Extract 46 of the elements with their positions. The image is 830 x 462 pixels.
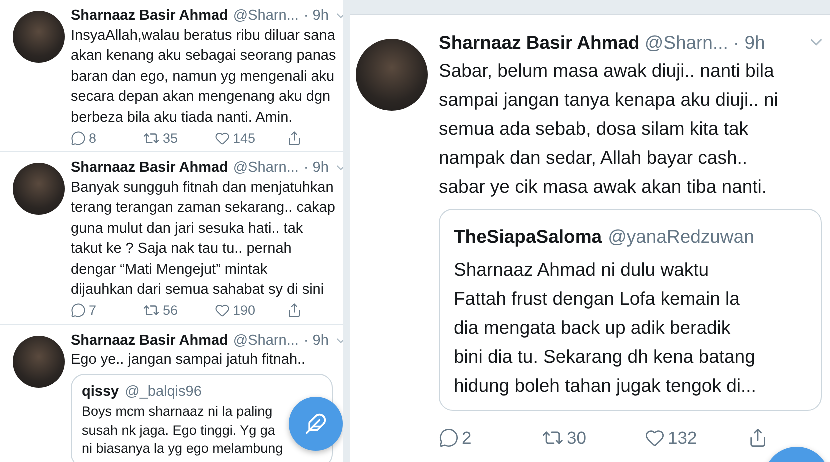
tweet-text: Sabar, belum masa awak diuji.. nanti bila sampai jangan tanya kenapa aku diuji.. ni semua ada sebab, dosa silam kita tak nampak dan sedar, Allah bayar cash.. sabar ye cik masa awak akan tiba nanti.	[439, 59, 780, 199]
author-handle: @Sharn...	[644, 31, 728, 55]
avatar	[13, 336, 65, 388]
quoted-text: Sharnaaz Ahmad ni dulu waktu Fattah frust dengan Lofa kemain la dia mengata back up adik beradik bini dia tu. Sekarang dh kena batang hidung boleh tahan jugak tengok di...	[454, 258, 756, 398]
reply-icon[interactable]	[439, 428, 459, 448]
author-name: Sharnaaz Basir Ahmad	[71, 159, 228, 178]
quoted-tweet[interactable]: TheSiapaSaloma @yanaRedzuwan Sharnaaz Ahmad ni dulu waktu Fattah frust dengan Lofa kemain la dia mengata back up adik beradik bini dia tu. Sekarang dh kena batang hidung boleh tahan jugak tengok di...	[439, 209, 822, 411]
compose-button[interactable]	[289, 397, 343, 451]
share-icon[interactable]	[287, 130, 302, 146]
reply-count: 8	[89, 130, 97, 146]
like-count: 145	[233, 130, 256, 146]
avatar	[13, 163, 65, 215]
author-name: Sharnaaz Basir Ahmad	[71, 332, 228, 350]
quoted-author-name: TheSiapaSaloma	[454, 225, 602, 249]
like-icon[interactable]	[645, 428, 665, 448]
author-name: Sharnaaz Basir Ahmad	[439, 31, 640, 55]
tweet-text: Ego ye.. jangan sampai jatuh fitnah..	[71, 351, 307, 370]
share-icon[interactable]	[287, 303, 302, 318]
author-name: Sharnaaz Basir Ahmad	[71, 7, 228, 26]
tweet-time: · 9h	[733, 31, 766, 55]
feather-icon	[305, 413, 327, 435]
tweet-text: InsyaAllah,walau beratus ribu diluar sana akan kenang aku sebagai seorang panas baran dan ego, namun yg mengenali aku secara depan akan mengenang aku dgn berbeza bila aku tiada nanti. Amin.	[71, 26, 337, 128]
avatar	[13, 11, 65, 63]
author-handle: @Sharn...	[233, 332, 299, 350]
quoted-author-handle: @yanaRedzuwan	[608, 225, 754, 249]
tweet-time: · 9h	[304, 159, 329, 178]
author-handle: @Sharn...	[233, 7, 299, 26]
reply-icon[interactable]	[71, 130, 86, 146]
tweet-time: · 9h	[304, 7, 329, 26]
quoted-author-handle: @_balqis96	[125, 382, 202, 401]
reply-count: 7	[89, 303, 97, 318]
retweet-count: 56	[163, 303, 178, 318]
retweet-count: 30	[567, 428, 586, 448]
quoted-author-name: qissy	[82, 382, 120, 401]
reply-count: 2	[462, 428, 472, 448]
author-handle: @Sharn...	[233, 159, 299, 178]
like-count: 190	[233, 303, 256, 318]
like-icon[interactable]	[215, 130, 230, 146]
like-count: 132	[668, 428, 698, 448]
quoted-text: Boys mcm sharnaaz ni la paling susah nk jaga. Ego tinggi. Yg ga ni biasanya la yg ego melambung	[82, 403, 284, 458]
retweet-count: 35	[163, 130, 178, 146]
like-icon[interactable]	[215, 303, 230, 318]
tweet-text: Banyak sungguh fitnah dan menjatuhkan terang terangan zaman sekarang.. cakap guna mulut dan jari sesuka hati.. tak takut ke ? Saja nak tau tu.. pernah dengar “Mati Mengejut” mintak dijauhkan dari semua sahabat sy di sini	[71, 178, 336, 300]
share-icon[interactable]	[748, 428, 768, 448]
tweet-time: · 9h	[304, 332, 329, 350]
reply-icon[interactable]	[71, 303, 86, 318]
